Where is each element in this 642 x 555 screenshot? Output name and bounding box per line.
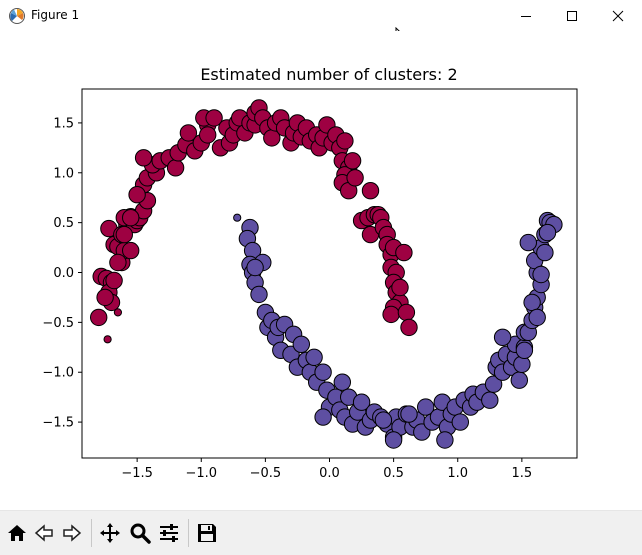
- x-tick-label: −1.5: [121, 466, 153, 481]
- toolbar-separator: [188, 519, 189, 547]
- scatter-points: [90, 99, 563, 449]
- cluster-0-core-point-96: [395, 243, 413, 262]
- cluster-0-core-point-97: [397, 303, 416, 322]
- cluster-0-outlier-point-0: [103, 335, 112, 344]
- cluster-1-core-point-90: [374, 411, 393, 429]
- configure-subplots-icon: [160, 524, 178, 542]
- y-tick-label: −1.5: [42, 416, 74, 431]
- back-button[interactable]: [32, 521, 56, 545]
- navigation-toolbar: [0, 510, 642, 555]
- maximize-icon: [567, 10, 577, 21]
- matplotlib-logo-icon: [9, 8, 25, 24]
- x-tick-label: 0.0: [319, 466, 340, 481]
- scatter-chart[interactable]: Estimated number of clusters: 2 −1.5 −1.0…: [0, 31, 642, 510]
- configure-subplots-button[interactable]: [157, 521, 181, 545]
- cluster-0-core-point-79: [361, 182, 380, 200]
- cluster-0-core-point-101: [109, 253, 127, 272]
- x-tick-label: 1.0: [447, 466, 468, 481]
- cluster-1-core-point-91: [436, 431, 454, 449]
- pan-button[interactable]: [98, 521, 122, 545]
- forward-icon: [63, 524, 82, 542]
- cluster-0-core-point-102: [96, 288, 114, 307]
- cluster-1-core-point-97: [528, 308, 546, 327]
- cluster-1-core-point-26: [314, 408, 332, 426]
- cluster-0-core-point-21: [128, 186, 146, 204]
- close-icon: [612, 10, 624, 21]
- cluster-1-core-point-95: [400, 405, 418, 423]
- cluster-1-core-point-92: [384, 431, 403, 449]
- chart-title: Estimated number of clusters: 2: [200, 65, 457, 84]
- cluster-1-core-point-23: [314, 363, 332, 381]
- maximize-button[interactable]: [549, 0, 595, 31]
- cluster-1-core-point-69: [510, 371, 528, 389]
- cluster-1-outlier-point-0: [233, 213, 242, 222]
- cluster-0-core-point-6: [105, 271, 123, 290]
- x-tick-label: −0.5: [250, 466, 282, 481]
- cluster-0-core-point-104: [122, 241, 140, 260]
- y-tick-label: −1.0: [42, 366, 74, 381]
- back-icon: [34, 524, 53, 542]
- cluster-1-core-point-86: [532, 265, 550, 284]
- cluster-1-core-point-6: [250, 285, 268, 304]
- x-tick-label: −1.0: [185, 466, 217, 481]
- cluster-1-core-point-60: [481, 391, 499, 409]
- y-axis: −1.5 −1.0 −0.5 0.0 0.5 1.0 1.5: [42, 116, 82, 431]
- cluster-1-core-point-89: [515, 341, 534, 359]
- window-title: Figure 1: [31, 8, 80, 22]
- cluster-1-core-point-87: [536, 243, 554, 262]
- cluster-1-core-point-93: [493, 328, 512, 346]
- cluster-0-core-point-103: [115, 225, 134, 244]
- cluster-0-core-point-95: [391, 278, 409, 297]
- cluster-0-core-point-25: [134, 149, 153, 167]
- cluster-1-core-point-96: [523, 293, 541, 312]
- y-tick-label: −0.5: [42, 316, 74, 331]
- home-button[interactable]: [5, 521, 29, 545]
- cluster-0-core-point-1: [90, 308, 108, 327]
- cluster-1-core-point-88: [538, 223, 557, 242]
- minimize-button[interactable]: [503, 0, 549, 31]
- cluster-1-core-point-85: [519, 233, 537, 252]
- y-tick-label: 0.0: [53, 266, 74, 281]
- zoom-button[interactable]: [128, 521, 152, 545]
- close-button[interactable]: [595, 0, 641, 31]
- cluster-0-core-point-28: [166, 159, 185, 177]
- pan-icon: [100, 523, 120, 543]
- cluster-1-core-point-29: [333, 373, 351, 391]
- cluster-1-core-point-21: [305, 348, 323, 366]
- y-tick-label: 1.5: [53, 116, 74, 131]
- cluster-0-core-point-36: [199, 126, 217, 144]
- cluster-0-outlier-point-1: [113, 308, 123, 317]
- minimize-icon: [521, 15, 531, 17]
- cluster-0-core-point-100: [122, 209, 140, 227]
- cluster-0-core-point-74: [343, 152, 362, 170]
- x-axis: −1.5 −1.0 −0.5 0.0 0.5 1.0 1.5: [121, 458, 532, 481]
- cluster-0-core-point-69: [336, 132, 354, 150]
- save-icon: [198, 524, 216, 542]
- zoom-icon: [130, 523, 151, 544]
- forward-button[interactable]: [60, 521, 84, 545]
- x-tick-label: 1.5: [512, 466, 533, 481]
- cluster-0-core-point-98: [400, 318, 418, 337]
- cluster-1-core-point-94: [246, 258, 264, 277]
- x-tick-label: 0.5: [383, 466, 404, 481]
- y-tick-label: 1.0: [53, 166, 74, 181]
- cluster-1-core-point-54: [451, 413, 469, 431]
- cluster-0-core-point-75: [346, 169, 364, 187]
- cluster-0-core-point-94: [382, 305, 400, 324]
- cluster-1-core-point-18: [292, 335, 310, 353]
- window-titlebar: Figure 1: [0, 0, 642, 32]
- y-tick-label: 0.5: [53, 216, 74, 231]
- save-button[interactable]: [195, 521, 219, 545]
- toolbar-separator: [91, 519, 92, 547]
- home-icon: [8, 525, 26, 541]
- figure-canvas[interactable]: Estimated number of clusters: 2 −1.5 −1.0…: [0, 31, 642, 510]
